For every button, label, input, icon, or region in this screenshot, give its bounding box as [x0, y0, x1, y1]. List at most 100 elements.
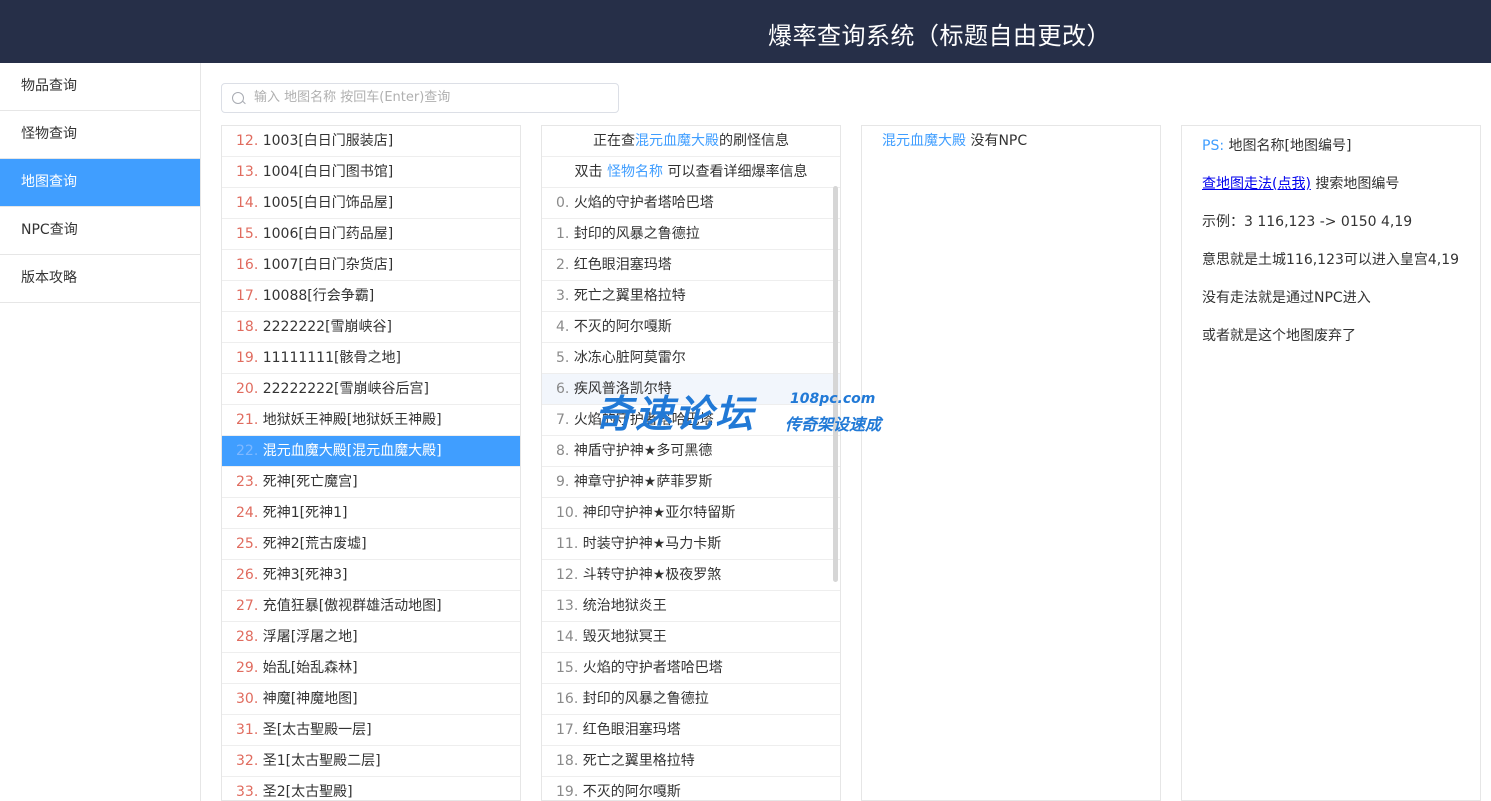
sidebar-item[interactable]: 怪物查询	[0, 111, 200, 159]
map-list-item[interactable]: 27. 充值狂暴[傲视群雄活动地图]	[222, 591, 520, 622]
monster-list-item[interactable]: 14. 毁灭地狱冥王	[542, 622, 840, 653]
monster-list-item[interactable]: 3. 死亡之翼里格拉特	[542, 281, 840, 312]
map-list-item[interactable]: 22. 混元血魔大殿[混元血魔大殿]	[222, 436, 520, 467]
map-index: 26.	[236, 567, 259, 583]
monster-index: 14.	[556, 629, 579, 645]
map-list-item[interactable]: 18. 2222222[雪崩峡谷]	[222, 312, 520, 343]
monster-list-header: 正在查混元血魔大殿的刷怪信息	[542, 126, 840, 157]
map-list-item[interactable]: 21. 地狱妖王神殿[地狱妖王神殿]	[222, 405, 520, 436]
map-index: 33.	[236, 784, 259, 800]
map-list-item[interactable]: 14. 1005[白日门饰品屋]	[222, 188, 520, 219]
map-index: 19.	[236, 350, 259, 366]
map-name: 1005[白日门饰品屋]	[262, 195, 394, 211]
search-icon	[232, 92, 244, 104]
map-list-item[interactable]: 31. 圣[太古聖殿一层]	[222, 715, 520, 746]
monster-index: 17.	[556, 722, 579, 738]
monster-list-item[interactable]: 2. 红色眼泪塞玛塔	[542, 250, 840, 281]
sidebar-item[interactable]: 地图查询	[0, 159, 200, 207]
app-header: 爆率查询系统（标题自由更改）	[0, 0, 1491, 63]
map-list-item[interactable]: 20. 22222222[雪崩峡谷后宫]	[222, 374, 520, 405]
map-name: 10088[行会争霸]	[262, 288, 375, 304]
ps-label: PS:	[1202, 138, 1225, 154]
monster-index: 9.	[556, 474, 570, 490]
map-list-item[interactable]: 26. 死神3[死神3]	[222, 560, 520, 591]
monster-list-item[interactable]: 0. 火焰的守护者塔哈巴塔	[542, 188, 840, 219]
map-list-item[interactable]: 24. 死神1[死神1]	[222, 498, 520, 529]
monster-index: 13.	[556, 598, 579, 614]
no-route-line: 没有走法就是通过NPC进入	[1202, 290, 1371, 306]
monster-list-item[interactable]: 4. 不灭的阿尔嘎斯	[542, 312, 840, 343]
ps-text: 地图名称[地图编号]	[1228, 138, 1352, 154]
watermark-url: 108pc.com	[790, 391, 876, 407]
map-list-item[interactable]: 25. 死神2[荒古废墟]	[222, 529, 520, 560]
abandoned-line: 或者就是这个地图废弃了	[1202, 328, 1356, 344]
monster-index: 12.	[556, 567, 579, 583]
map-name: 浮屠[浮屠之地]	[262, 629, 358, 645]
monster-list-item[interactable]: 1. 封印的风暴之鲁德拉	[542, 219, 840, 250]
map-list-item[interactable]: 16. 1007[白日门杂货店]	[222, 250, 520, 281]
hint-prefix: 双击	[574, 164, 603, 180]
monster-index: 8.	[556, 443, 570, 459]
monster-list-item[interactable]: 8. 神盾守护神★多可黑德	[542, 436, 840, 467]
monster-name: 火焰的守护者塔哈巴塔	[573, 195, 714, 211]
map-list-item[interactable]: 33. 圣2[太古聖殿]	[222, 777, 520, 800]
monster-list-item[interactable]: 19. 不灭的阿尔嘎斯	[542, 777, 840, 800]
map-list-item[interactable]: 30. 神魔[神魔地图]	[222, 684, 520, 715]
map-index: 15.	[236, 226, 259, 242]
map-list-item[interactable]: 23. 死神[死亡魔宫]	[222, 467, 520, 498]
sidebar-item[interactable]: 物品查询	[0, 63, 200, 111]
map-index: 12.	[236, 133, 259, 149]
monster-name: 封印的风暴之鲁德拉	[582, 691, 709, 707]
header-suffix: 的刷怪信息	[719, 133, 789, 149]
map-list-item[interactable]: 13. 1004[白日门图书馆]	[222, 157, 520, 188]
map-list-item[interactable]: 29. 始乱[始乱森林]	[222, 653, 520, 684]
watermark-sub: 传奇架设速成	[785, 415, 882, 434]
map-index: 31.	[236, 722, 259, 738]
search-input[interactable]: 输入 地图名称 按回车(Enter)查询	[221, 83, 619, 113]
monster-list-item[interactable]: 16. 封印的风暴之鲁德拉	[542, 684, 840, 715]
monster-list-item[interactable]: 18. 死亡之翼里格拉特	[542, 746, 840, 777]
monster-list-item[interactable]: 11. 时装守护神★马力卡斯	[542, 529, 840, 560]
map-name: 死神2[荒古废墟]	[262, 536, 367, 552]
map-name: 死神3[死神3]	[262, 567, 348, 583]
map-list-item[interactable]: 17. 10088[行会争霸]	[222, 281, 520, 312]
map-list-item[interactable]: 32. 圣1[太古聖殿二层]	[222, 746, 520, 777]
map-index: 13.	[236, 164, 259, 180]
sidebar-item[interactable]: NPC查询	[0, 207, 200, 255]
monster-name: 封印的风暴之鲁德拉	[573, 226, 700, 242]
monster-index: 5.	[556, 350, 570, 366]
map-list-item[interactable]: 19. 11111111[骸骨之地]	[222, 343, 520, 374]
monster-list: 正在查混元血魔大殿的刷怪信息 双击 怪物名称 可以查看详细爆率信息 0. 火焰的…	[541, 125, 841, 801]
map-name: 始乱[始乱森林]	[262, 660, 358, 676]
map-name: 圣[太古聖殿一层]	[262, 722, 372, 738]
monster-list-item[interactable]: 15. 火焰的守护者塔哈巴塔	[542, 653, 840, 684]
monster-list-item[interactable]: 5. 冰冻心脏阿莫雷尔	[542, 343, 840, 374]
monster-index: 7.	[556, 412, 570, 428]
info-panel: PS: 地图名称[地图编号] 查地图走法(点我) 搜索地图编号 示例：3 116…	[1181, 125, 1481, 801]
map-name: 2222222[雪崩峡谷]	[262, 319, 392, 335]
watermark: 奇速论坛 108pc.com 传奇架设速成	[595, 383, 895, 436]
map-name: 混元血魔大殿[混元血魔大殿]	[262, 443, 442, 459]
monster-list-item[interactable]: 12. 斗转守护神★极夜罗煞	[542, 560, 840, 591]
map-route-link[interactable]: 查地图走法(点我)	[1202, 176, 1311, 192]
monster-name: 神印守护神★亚尔特留斯	[582, 505, 736, 521]
monster-name: 冰冻心脏阿莫雷尔	[573, 350, 686, 366]
monster-name: 死亡之翼里格拉特	[573, 288, 686, 304]
monster-list-item[interactable]: 13. 统治地狱炎王	[542, 591, 840, 622]
monster-list-item[interactable]: 17. 红色眼泪塞玛塔	[542, 715, 840, 746]
map-index: 20.	[236, 381, 259, 397]
page-title: 爆率查询系统（标题自由更改）	[768, 22, 1111, 50]
monster-list-item[interactable]: 10. 神印守护神★亚尔特留斯	[542, 498, 840, 529]
npc-map-name: 混元血魔大殿	[882, 133, 966, 149]
monster-list-item[interactable]: 9. 神章守护神★萨菲罗斯	[542, 467, 840, 498]
monster-name: 不灭的阿尔嘎斯	[573, 319, 672, 335]
monster-name: 斗转守护神★极夜罗煞	[582, 567, 722, 583]
map-index: 21.	[236, 412, 259, 428]
monster-index: 15.	[556, 660, 579, 676]
map-name: 1004[白日门图书馆]	[262, 164, 394, 180]
map-list-item[interactable]: 15. 1006[白日门药品屋]	[222, 219, 520, 250]
map-list-item[interactable]: 12. 1003[白日门服装店]	[222, 126, 520, 157]
map-list-item[interactable]: 28. 浮屠[浮屠之地]	[222, 622, 520, 653]
npc-panel: 混元血魔大殿 没有NPC	[861, 125, 1161, 801]
sidebar-item[interactable]: 版本攻略	[0, 255, 200, 303]
